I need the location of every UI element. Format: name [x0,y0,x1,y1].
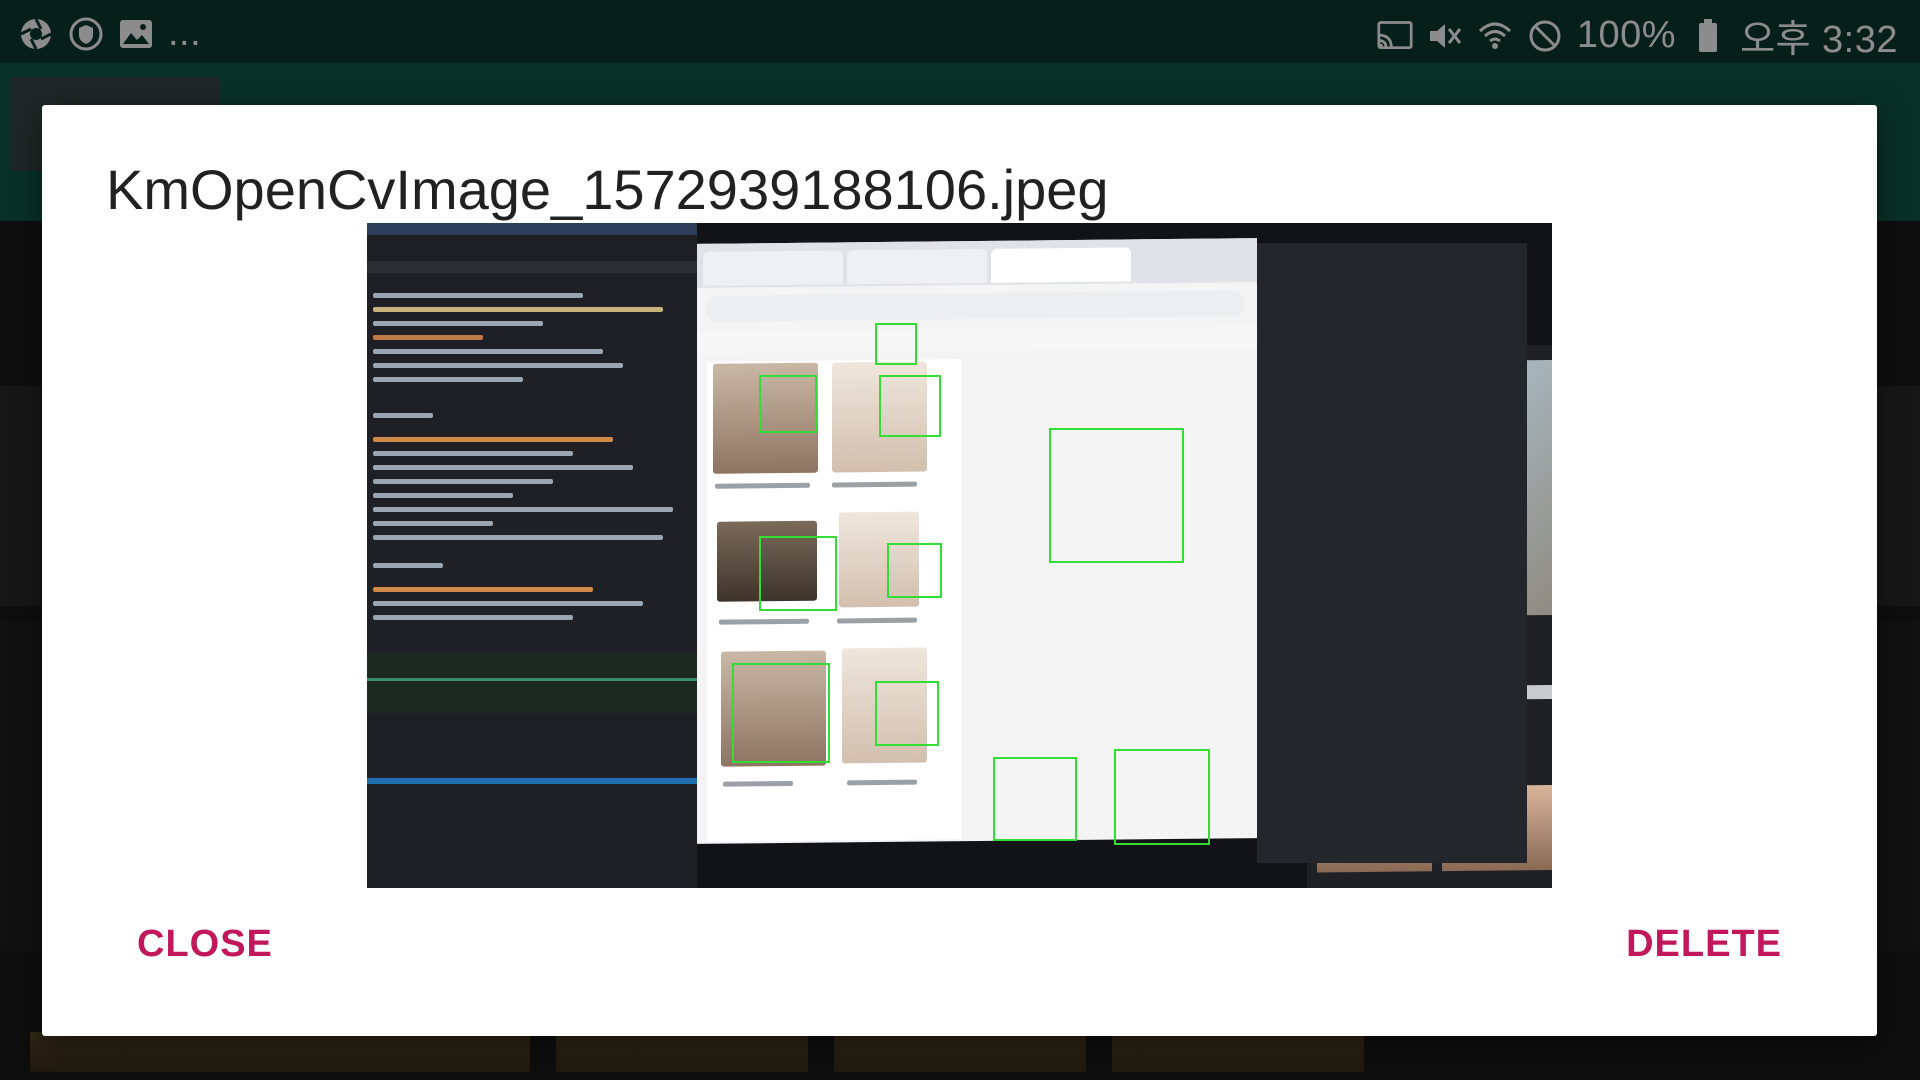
face-detection-box [875,681,939,746]
image-dialog: KmOpenCvImage_1572939188106.jpeg CLOSE D… [42,105,1877,1036]
code-line [373,293,583,298]
face-detection-box [993,757,1077,841]
photo-urlbar [705,290,1245,322]
dialog-title: KmOpenCvImage_1572939188106.jpeg [106,158,1109,221]
caption-line [832,481,917,488]
face-detection-box [732,663,830,763]
photo-ide-scrollbar [367,778,697,784]
code-line [373,413,433,418]
photo-tab [991,247,1131,283]
photo-tabstrip [697,238,1257,288]
code-line [373,349,603,354]
code-line [373,493,513,498]
close-button[interactable]: CLOSE [137,923,273,966]
face-detection-box [759,375,817,433]
photo-ide-tabs [367,261,697,273]
code-line [373,363,623,368]
photo-tab [703,250,843,286]
code-line [373,521,493,526]
caption-line [719,618,809,625]
face-detection-box [759,536,837,611]
face-detection-box [887,543,942,598]
code-line [373,321,543,326]
code-line [373,479,553,484]
code-line [373,451,573,456]
code-line [373,601,643,606]
code-line [373,615,573,620]
photo-tab [847,248,987,285]
caption-line [723,780,793,787]
code-line [373,437,613,442]
face-detection-box [875,323,917,365]
face-detection-box [1114,749,1210,845]
photo-ide-menubar [367,223,697,235]
photo-right-ide [1257,243,1527,863]
code-line [373,535,663,540]
code-line [373,507,673,512]
caption-line [715,482,810,489]
code-line [373,465,633,470]
code-line [373,307,663,312]
code-line [373,377,523,382]
caption-line [847,779,917,786]
captured-photo [367,223,1552,888]
delete-button[interactable]: DELETE [1626,923,1782,966]
face-detection-box [879,375,941,437]
photo-ide-panel [367,223,697,888]
face-detection-box [1049,428,1184,563]
code-line [373,335,483,340]
photo-bookmarks [697,326,1257,354]
code-line [373,587,593,592]
caption-line [837,617,917,624]
code-line [373,563,443,568]
